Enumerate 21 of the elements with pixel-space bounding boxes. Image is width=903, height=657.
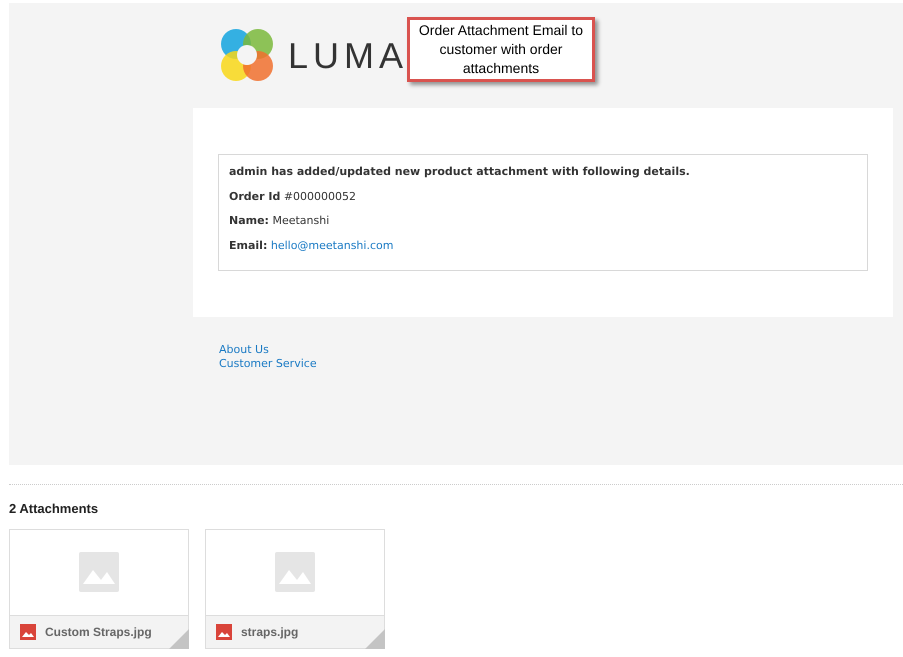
detail-line: Email: hello@meetanshi.com [229,238,394,254]
footer-link[interactable]: About Us [219,343,269,357]
footer-link[interactable]: Customer Service [219,357,317,371]
image-placeholder-icon [79,552,119,592]
callout: Order Attachment Email to customer with order attachments [407,17,595,82]
logo-text: LUMA [288,38,408,74]
image-file-icon [20,624,36,640]
logo-icon [220,28,274,82]
attachments-heading: 2 Attachments [9,500,100,518]
detail-line: Order Id #000000052 [229,188,358,204]
intro-text: admin has added/updated new product attachment with following details. [229,164,691,180]
image-file-icon [216,624,232,640]
page-curl-icon [169,628,189,648]
attachment-card[interactable]: straps.jpg [205,528,385,648]
file-name: Custom Straps.jpg [45,624,152,640]
attachment-card[interactable]: Custom Straps.jpg [9,528,189,648]
page-curl-icon [365,628,385,648]
file-name: straps.jpg [241,624,298,640]
email-link[interactable]: hello@meetanshi.com [270,238,394,252]
detail-line: Name: Meetanshi [229,213,330,229]
image-placeholder-icon [275,552,315,592]
